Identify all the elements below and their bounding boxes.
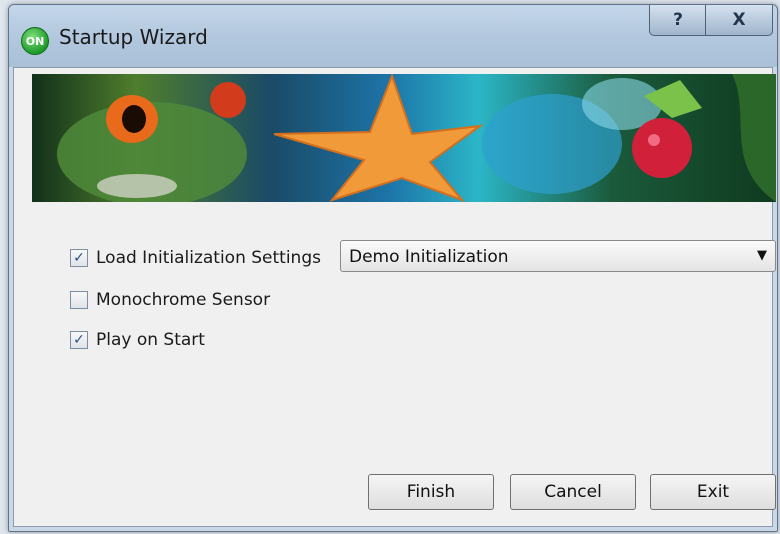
option-label: Play on Start [96, 330, 205, 350]
option-play-on-start[interactable]: ✓ Play on Start [70, 330, 205, 350]
dropdown-arrow-icon[interactable]: ▼ [757, 248, 767, 263]
option-label: Monochrome Sensor [96, 290, 271, 310]
cancel-button[interactable]: Cancel [510, 474, 636, 510]
wizard-content: ✓ Load Initialization Settings Demo Init… [13, 67, 776, 527]
checkbox-monochrome-sensor[interactable] [70, 291, 88, 309]
help-button[interactable]: ? [649, 5, 707, 36]
initialization-select[interactable]: Demo Initialization ▼ [340, 240, 776, 272]
on-semiconductor-logo-icon: ON [21, 27, 49, 55]
initialization-select-value: Demo Initialization [349, 247, 509, 267]
option-label: Load Initialization Settings [96, 248, 321, 268]
window-title: Startup Wizard [59, 25, 208, 49]
startup-wizard-window: ON Startup Wizard ? X ✓ Load Initializat… [8, 4, 778, 532]
option-monochrome-sensor[interactable]: Monochrome Sensor [70, 290, 270, 310]
finish-button[interactable]: Finish [368, 474, 494, 510]
app-icon-text: ON [25, 34, 45, 48]
banner-image [32, 74, 776, 202]
checkbox-load-initialization-settings[interactable]: ✓ [70, 249, 88, 267]
banner-artwork [57, 74, 776, 202]
title-bar: ON Startup Wizard ? X [9, 5, 777, 67]
check-icon: ✓ [73, 332, 85, 348]
option-load-initialization-settings[interactable]: ✓ Load Initialization Settings [70, 248, 321, 268]
exit-button[interactable]: Exit [650, 474, 776, 510]
help-icon: ? [673, 10, 683, 30]
checkbox-play-on-start[interactable]: ✓ [70, 331, 88, 349]
close-icon: X [732, 10, 746, 30]
check-icon: ✓ [73, 250, 85, 266]
close-button[interactable]: X [705, 5, 773, 36]
